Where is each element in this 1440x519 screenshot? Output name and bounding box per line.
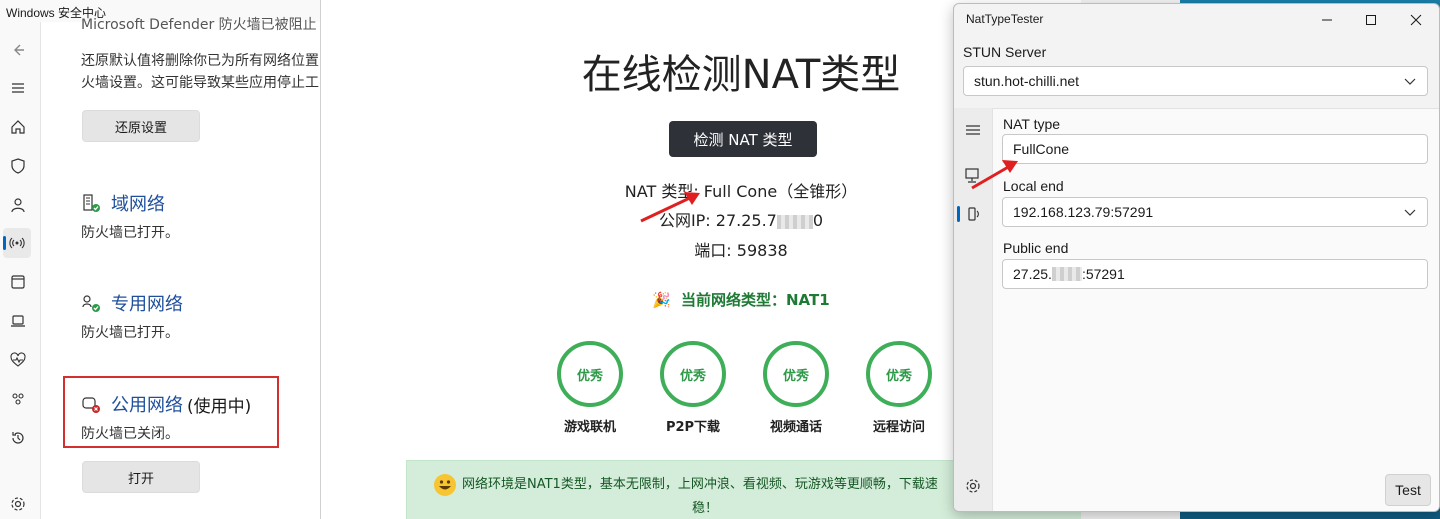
settings-icon[interactable] — [8, 494, 28, 514]
network-name: 专用网络 — [111, 294, 183, 315]
redacted-mark — [1051, 267, 1082, 281]
home-icon[interactable] — [8, 117, 28, 137]
settings-icon[interactable] — [963, 476, 983, 496]
redacted-mark — [776, 214, 813, 229]
local-end-combobox[interactable]: 192.168.123.79:57291 — [1002, 197, 1428, 227]
maximize-icon[interactable] — [1348, 4, 1394, 36]
score-label: 远程访问 — [872, 420, 925, 435]
selected-indicator — [957, 206, 960, 222]
turn-on-button[interactable]: 打开 — [82, 461, 200, 493]
nat-main-panel: NAT type FullCone Local end 192.168.123.… — [992, 108, 1439, 511]
shield-icon[interactable] — [8, 156, 28, 176]
public-end-suffix: :57291 — [1081, 266, 1125, 282]
score-circle: 优秀 — [763, 341, 829, 407]
local-end-value: 192.168.123.79:57291 — [1013, 204, 1154, 220]
stun-server-label: STUN Server — [963, 44, 1047, 60]
stun-server-value: stun.hot-chilli.net — [974, 73, 1080, 89]
domain-network-icon — [81, 193, 101, 213]
nav-rail — [0, 22, 40, 519]
public-end-label: Public end — [1003, 240, 1069, 256]
score-label: P2P下载 — [665, 420, 721, 435]
rfc5780-icon[interactable] — [963, 204, 983, 224]
score-label: 视频通话 — [769, 420, 822, 435]
chevron-down-icon — [1404, 209, 1416, 216]
device-icon[interactable] — [8, 311, 28, 331]
test-button[interactable]: Test — [1385, 474, 1431, 506]
grin-emoji-icon — [434, 474, 456, 496]
windows-security-window: Windows 安全中心 Microsoft Defender 防火墙已被阻止 … — [0, 0, 320, 519]
restore-defaults-button[interactable]: 还原设置 — [82, 110, 200, 142]
history-icon[interactable] — [8, 428, 28, 448]
network-status: 防火墙已打开。 — [81, 225, 179, 241]
health-icon[interactable] — [8, 350, 28, 370]
domain-network-link[interactable]: 域网络 — [81, 190, 165, 216]
nat-type-field[interactable]: FullCone — [1002, 134, 1428, 164]
menu-icon[interactable] — [8, 78, 28, 98]
restore-description-line2: 火墙设置。这可能导致某些应用停止工 — [81, 75, 319, 91]
hamburger-menu-icon[interactable] — [963, 120, 983, 140]
public-end-prefix: 27.25. — [1013, 266, 1052, 282]
stun-server-combobox[interactable]: stun.hot-chilli.net — [963, 66, 1428, 96]
score-circle: 优秀 — [557, 341, 623, 407]
close-icon[interactable] — [1393, 4, 1439, 36]
private-network-link[interactable]: 专用网络 — [81, 290, 183, 316]
network-icon[interactable] — [3, 228, 31, 258]
nattypetester-window: NatTypeTester STUN Server stun.hot-chill… — [953, 3, 1440, 512]
annotation-arrow — [971, 160, 1018, 190]
window-title: NatTypeTester — [966, 12, 1044, 26]
family-icon[interactable] — [8, 389, 28, 409]
score-circle: 优秀 — [660, 341, 726, 407]
chevron-down-icon — [1404, 78, 1416, 85]
nat-type-label: NAT type — [1003, 116, 1061, 132]
network-status: 防火墙已打开。 — [81, 325, 179, 341]
back-arrow-icon[interactable] — [8, 40, 28, 60]
app-browser-icon[interactable] — [8, 272, 28, 292]
score-circle: 优秀 — [866, 341, 932, 407]
person-icon[interactable] — [8, 195, 28, 215]
public-end-field[interactable]: 27.25. :57291 — [1002, 259, 1428, 289]
party-popper-icon: 🎉 — [652, 291, 671, 309]
public-ip-tail: 0 — [812, 211, 824, 230]
restore-description-line1: 还原默认值将删除你已为所有网络位置 — [81, 53, 319, 69]
private-network-icon — [81, 293, 101, 313]
current-network-text: 当前网络类型：NAT1 — [681, 291, 830, 309]
annotation-arrow — [640, 192, 700, 223]
network-name: 域网络 — [111, 194, 165, 215]
minimize-icon[interactable] — [1304, 4, 1350, 36]
highlight-box — [63, 376, 279, 448]
detect-nat-button[interactable]: 检测 NAT 类型 — [669, 121, 817, 157]
clipped-heading: Microsoft Defender 防火墙已被阻止 — [81, 17, 317, 33]
score-label: 游戏联机 — [563, 420, 616, 435]
